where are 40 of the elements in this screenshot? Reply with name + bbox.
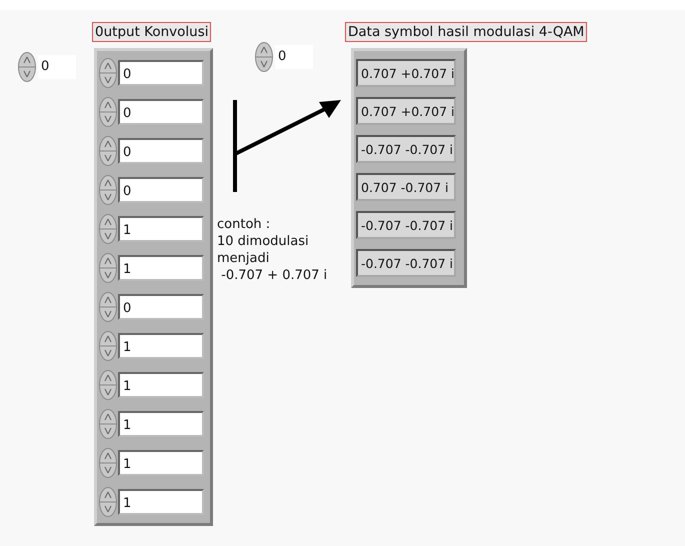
spin-button[interactable] — [99, 136, 117, 166]
string-indicator: -0.707 -0.707 i — [356, 249, 456, 277]
spin-button[interactable] — [255, 42, 273, 72]
index-field[interactable]: 0 — [38, 55, 76, 79]
numeric-field[interactable]: 0 — [118, 60, 204, 86]
numeric-field[interactable]: 0 — [118, 138, 204, 164]
spin-button[interactable] — [99, 370, 117, 400]
spin-button[interactable] — [99, 448, 117, 478]
spin-button[interactable] — [99, 174, 117, 204]
string-indicator: 0.707 +0.707 i — [356, 97, 456, 125]
index-field[interactable]: 0 — [275, 45, 313, 69]
annotation-text: contoh : — [217, 216, 272, 233]
spin-button[interactable] — [99, 252, 117, 282]
string-indicator: -0.707 -0.707 i — [356, 135, 456, 163]
string-indicator: -0.707 -0.707 i — [356, 211, 456, 239]
spin-button[interactable] — [99, 330, 117, 360]
string-indicator: 0.707 +0.707 i — [356, 59, 456, 87]
numeric-field[interactable]: 0 — [118, 176, 204, 202]
spin-button[interactable] — [99, 58, 117, 88]
annotation-text: menjadi — [217, 250, 270, 267]
numeric-field[interactable]: 1 — [118, 254, 204, 280]
spin-button[interactable] — [99, 214, 117, 244]
numeric-field[interactable]: 1 — [118, 488, 204, 514]
numeric-field[interactable]: 1 — [118, 450, 204, 476]
annotation-text: 10 dimodulasi — [217, 233, 310, 250]
spin-button[interactable] — [99, 486, 117, 516]
numeric-field[interactable]: 1 — [118, 216, 204, 242]
string-indicator: 0.707 -0.707 i — [356, 173, 456, 201]
numeric-field[interactable]: 0 — [118, 98, 204, 124]
spin-button[interactable] — [99, 292, 117, 322]
numeric-field[interactable]: 0 — [118, 294, 204, 320]
array-label: 0utput Konvolusi — [92, 22, 212, 42]
numeric-field[interactable]: 1 — [118, 410, 204, 436]
spin-button[interactable] — [99, 408, 117, 438]
numeric-field[interactable]: 1 — [118, 372, 204, 398]
numeric-field[interactable]: 1 — [118, 332, 204, 358]
spin-button[interactable] — [99, 96, 117, 126]
spin-button[interactable] — [18, 52, 36, 82]
array-label: Data symbol hasil modulasi 4-QAM — [345, 22, 588, 42]
annotation-text: -0.707 + 0.707 i — [220, 267, 328, 284]
